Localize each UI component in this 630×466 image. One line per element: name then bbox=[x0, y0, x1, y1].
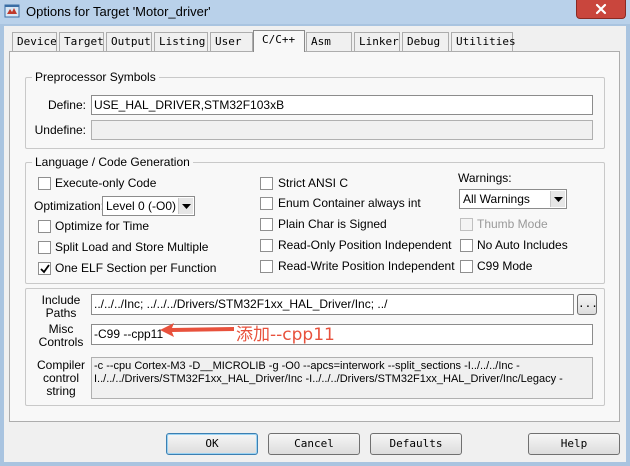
split-load-checkbox[interactable] bbox=[38, 241, 51, 254]
close-button[interactable] bbox=[576, 0, 626, 19]
include-paths-input[interactable]: ../../../Inc; ../../../Drivers/STM32F1xx… bbox=[91, 294, 574, 315]
plain-char-checkbox[interactable] bbox=[260, 218, 273, 231]
define-input[interactable]: USE_HAL_DRIVER,STM32F103xB bbox=[91, 95, 593, 115]
window-title: Options for Target 'Motor_driver' bbox=[26, 4, 211, 19]
annotation-arrow-icon bbox=[160, 323, 234, 337]
warnings-label: Warnings: bbox=[458, 171, 512, 185]
misc-controls-label: Misc Controls bbox=[38, 322, 84, 349]
enum-container-label: Enum Container always int bbox=[278, 196, 421, 210]
title-bar[interactable]: Options for Target 'Motor_driver' bbox=[0, 0, 630, 24]
tab-device[interactable]: Device bbox=[12, 32, 57, 51]
enum-container-checkbox[interactable] bbox=[260, 197, 273, 210]
optimization-select[interactable]: Level 0 (-O0) bbox=[102, 196, 195, 216]
app-icon bbox=[4, 3, 20, 19]
annotation-text: 添加--cpp11 bbox=[236, 325, 335, 345]
language-group-title: Language / Code Generation bbox=[32, 155, 193, 169]
rw-pi-checkbox[interactable] bbox=[260, 260, 273, 273]
ok-button[interactable]: OK bbox=[166, 433, 258, 455]
optimize-time-checkbox[interactable] bbox=[38, 220, 51, 233]
strict-ansi-checkbox[interactable] bbox=[260, 177, 273, 190]
thumb-mode-label: Thumb Mode bbox=[477, 217, 548, 231]
ro-pi-checkbox[interactable] bbox=[260, 239, 273, 252]
defaults-button[interactable]: Defaults bbox=[370, 433, 462, 455]
undefine-label: Undefine: bbox=[34, 123, 86, 137]
execute-only-checkbox[interactable] bbox=[38, 177, 51, 190]
one-elf-label: One ELF Section per Function bbox=[55, 261, 217, 275]
compiler-control-label: Compiler control string bbox=[36, 358, 85, 398]
c99-mode-label: C99 Mode bbox=[477, 259, 533, 273]
preprocessor-group-title: Preprocessor Symbols bbox=[32, 70, 159, 84]
rw-pi-label: Read-Write Position Independent bbox=[278, 259, 455, 273]
warnings-value: All Warnings bbox=[463, 192, 530, 206]
tab-debug[interactable]: Debug bbox=[402, 32, 449, 51]
compiler-control-string[interactable]: -c --cpu Cortex-M3 -D__MICROLIB -g -O0 -… bbox=[91, 357, 593, 399]
include-paths-label: Include Paths bbox=[41, 293, 81, 320]
no-auto-includes-label: No Auto Includes bbox=[477, 238, 568, 252]
paths-group: Include Paths ../../../Inc; ../../../Dri… bbox=[25, 288, 605, 406]
chevron-down-icon bbox=[554, 197, 563, 202]
options-dialog: Options for Target 'Motor_driver' Device… bbox=[0, 0, 630, 466]
tab-listing[interactable]: Listing bbox=[154, 32, 208, 51]
c-cpp-tab-panel: Preprocessor Symbols Define: USE_HAL_DRI… bbox=[9, 51, 620, 422]
optimization-value: Level 0 (-O0) bbox=[106, 199, 177, 213]
close-icon bbox=[595, 3, 607, 15]
tab-user[interactable]: User bbox=[210, 32, 253, 51]
optimization-label: Optimization: bbox=[34, 199, 105, 213]
tab-linker[interactable]: Linker bbox=[354, 32, 400, 51]
strict-ansi-label: Strict ANSI C bbox=[278, 176, 349, 190]
tab-utilities[interactable]: Utilities bbox=[451, 32, 516, 51]
split-load-label: Split Load and Store Multiple bbox=[55, 240, 209, 254]
c99-mode-checkbox[interactable] bbox=[460, 260, 473, 273]
preprocessor-group: Preprocessor Symbols Define: USE_HAL_DRI… bbox=[25, 70, 605, 149]
cancel-button[interactable]: Cancel bbox=[268, 433, 360, 455]
define-label: Define: bbox=[47, 98, 86, 112]
undefine-input[interactable] bbox=[91, 120, 593, 140]
help-button[interactable]: Help bbox=[528, 433, 620, 455]
chevron-down-icon bbox=[182, 204, 191, 209]
tab-c-cpp[interactable]: C/C++ bbox=[253, 30, 305, 52]
language-group: Language / Code Generation Execute-only … bbox=[25, 155, 605, 284]
thumb-mode-checkbox[interactable] bbox=[460, 218, 473, 231]
no-auto-includes-checkbox[interactable] bbox=[460, 239, 473, 252]
plain-char-label: Plain Char is Signed bbox=[278, 217, 387, 231]
tab-output[interactable]: Output bbox=[106, 32, 152, 51]
one-elf-checkbox[interactable] bbox=[38, 262, 51, 275]
browse-include-button[interactable]: ... bbox=[577, 294, 598, 315]
optimize-time-label: Optimize for Time bbox=[55, 219, 150, 233]
execute-only-label: Execute-only Code bbox=[55, 176, 157, 190]
ro-pi-label: Read-Only Position Independent bbox=[278, 238, 452, 252]
checkmark-icon bbox=[40, 264, 50, 274]
tab-asm[interactable]: Asm bbox=[306, 32, 352, 51]
tab-target[interactable]: Target bbox=[59, 32, 104, 51]
warnings-select[interactable]: All Warnings bbox=[459, 189, 567, 209]
